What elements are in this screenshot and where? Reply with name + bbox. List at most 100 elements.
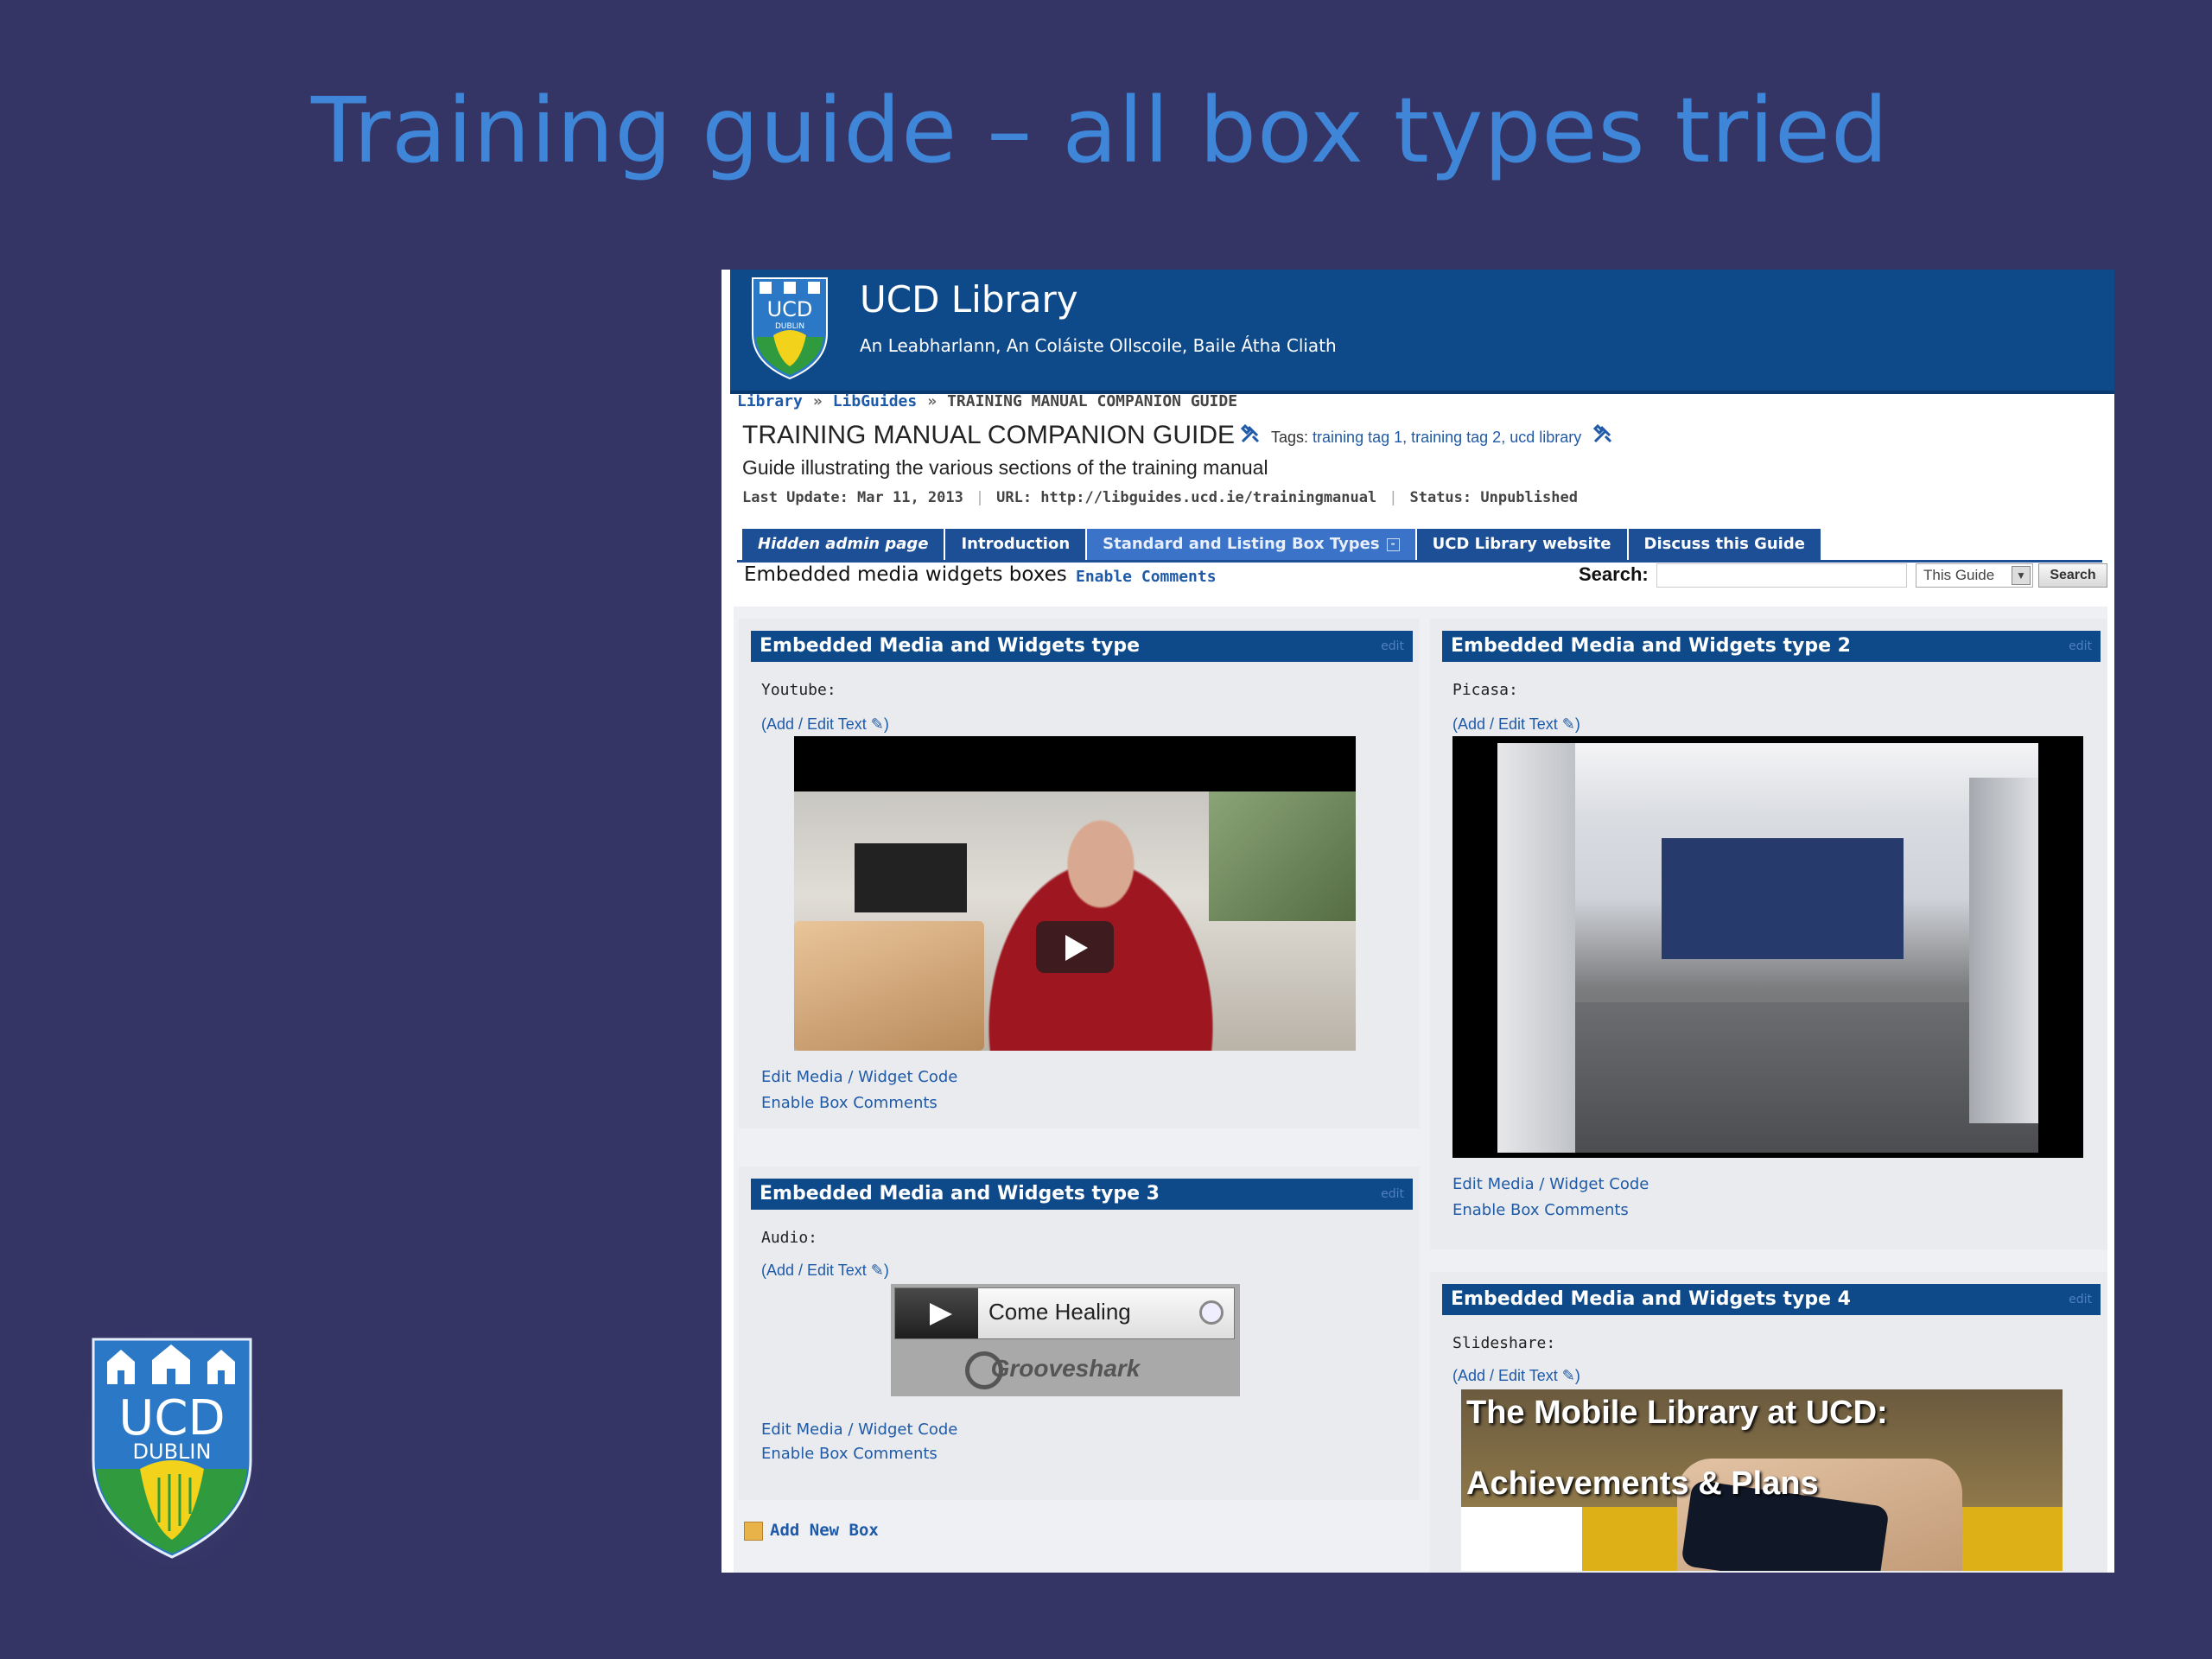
breadcrumb: Library » LibGuides » TRAINING MANUAL COMPAN… [737,392,1237,410]
breadcrumb-libguides[interactable]: LibGuides [833,392,918,410]
tags-label: Tags: [1271,429,1309,446]
box-audio: Embedded Media and Widgets type 3 edit Au… [739,1166,1420,1500]
guide-status: Status: Unpublished [1409,489,1578,506]
box-title: Embedded Media and Widgets type [760,635,1140,657]
search-label: Search: [1579,563,1649,585]
enable-box-comments-link[interactable]: Enable Box Comments [761,1445,938,1463]
ucd-crest-icon: UCD DUBLIN [752,277,828,380]
search-input[interactable] [1656,563,1907,588]
track-title: Come Healing [988,1299,1131,1325]
picasa-slideshow[interactable] [1452,736,2083,1158]
box-edit-link[interactable]: edit [1381,1179,1404,1210]
player-menu-icon[interactable] [1199,1300,1224,1325]
box-edit-link[interactable]: edit [1381,631,1404,662]
tab-standard-and-listing-box-types[interactable]: Standard and Listing Box Types - [1087,529,1417,560]
enable-box-comments-link[interactable]: Enable Box Comments [1452,1201,1629,1219]
svg-text:DUBLIN: DUBLIN [133,1440,212,1464]
add-edit-text-label: (Add / Edit Text [1452,1367,1558,1384]
photo-ceiling [1497,743,2038,821]
tab-label: Standard and Listing Box Types [1103,535,1380,553]
edit-media-widget-code-link[interactable]: Edit Media / Widget Code [761,1068,957,1086]
grooveshark-player: Come Healing Grooveshark [891,1284,1240,1396]
enable-comments-link[interactable]: Enable Comments [1076,568,1217,586]
box-header: Embedded Media and Widgets type 2 edit [1442,631,2101,662]
tab-hidden-admin-page[interactable]: Hidden admin page [742,529,946,560]
play-icon[interactable] [1036,921,1114,973]
guide-meta: Last Update: Mar 11, 2013 | URL: http://li… [742,489,1578,506]
svg-text:DUBLIN: DUBLIN [775,322,804,331]
add-edit-text-link[interactable]: (Add / Edit Text ✎) [761,715,889,734]
edit-media-widget-code-link[interactable]: Edit Media / Widget Code [761,1421,957,1439]
tab-ucd-library-website[interactable]: UCD Library website [1416,529,1629,560]
grooveshark-brand[interactable]: Grooveshark [891,1344,1240,1393]
content-area: Embedded Media and Widgets type edit Yout… [734,607,2107,1573]
add-edit-text-link[interactable]: (Add / Edit Text ✎) [761,1262,889,1280]
enable-box-comments-link[interactable]: Enable Box Comments [761,1094,938,1112]
box-slideshare: Embedded Media and Widgets type 4 edit Sl… [1430,1272,2107,1573]
tab-discuss-this-guide[interactable]: Discuss this Guide [1628,529,1822,560]
slide-title-line1: The Mobile Library at UCD: [1466,1395,1888,1431]
guide-title: TRAINING MANUAL COMPANION GUIDE [742,421,1236,449]
video-case [855,843,967,912]
tabs-underline [737,560,2102,563]
edit-media-widget-code-link[interactable]: Edit Media / Widget Code [1452,1175,1649,1193]
box-header: Embedded Media and Widgets type edit [751,631,1413,662]
search-scope-select[interactable]: This Guide ▼ [1916,563,2033,588]
breadcrumb-library[interactable]: Library [737,392,803,410]
box-label: Picasa: [1452,681,1518,699]
add-new-box-label: Add New Box [770,1521,879,1540]
breadcrumb-separator: » [927,392,938,410]
edit-tags-icon[interactable] [1592,423,1613,444]
box-title: Embedded Media and Widgets type 3 [760,1183,1160,1205]
slide-title: Training guide – all box types tried [311,78,1889,183]
photo-wall-right [1969,778,2038,1123]
player-bar: Come Healing [894,1287,1235,1339]
box-title: Embedded Media and Widgets type 4 [1451,1288,1851,1310]
box-edit-link[interactable]: edit [2069,1284,2092,1315]
search-scope-value: This Guide [1923,567,1995,583]
guide-tabs: Hidden admin page Introduction Standard … [742,529,1822,560]
banner-subtitle: An Leabharlann, An Coláiste Ollscoile, B… [860,335,1337,356]
youtube-video[interactable] [794,736,1356,1051]
edit-tools-icon[interactable] [1240,423,1261,444]
pencil-icon: ✎ [1561,1367,1575,1384]
search-button[interactable]: Search [2038,563,2107,588]
ucd-dublin-logo-icon: UCD DUBLIN [86,1331,259,1564]
box-youtube: Embedded Media and Widgets type edit Yout… [739,619,1420,1128]
pencil-icon: ✎ [870,715,884,733]
library-interior-photo [1497,743,2038,1153]
add-new-box-link[interactable]: Add New Box [744,1521,879,1541]
video-frame [794,791,1356,1051]
guide-url: URL: http://libguides.ucd.ie/trainingman… [996,489,1377,506]
photo-back-wall [1662,838,1904,959]
add-edit-text-link[interactable]: (Add / Edit Text ✎) [1452,715,1580,734]
collapse-toggle-icon[interactable]: - [1386,537,1400,551]
video-laptop [794,921,984,1051]
tags-list[interactable]: training tag 1, training tag 2, ucd libr… [1313,429,1581,446]
add-edit-text-label: (Add / Edit Text [1452,715,1558,733]
banner-title[interactable]: UCD Library [860,278,1078,321]
guide-description: Guide illustrating the various sections … [742,456,1268,479]
breadcrumb-separator: » [812,392,823,410]
add-edit-text-link[interactable]: (Add / Edit Text ✎) [1452,1367,1580,1385]
svg-text:UCD: UCD [767,297,813,321]
page-name: Embedded media widgets boxes [744,563,1067,586]
guide-tags: Tags: training tag 1, training tag 2, uc… [1271,429,1581,447]
photo-wall-left [1497,743,1575,1153]
box-picasa: Embedded Media and Widgets type 2 edit Pi… [1430,619,2107,1249]
tab-introduction[interactable]: Introduction [945,529,1088,560]
dropdown-arrow-icon[interactable]: ▼ [2012,566,2031,585]
svg-text:UCD: UCD [118,1390,225,1446]
slide-title-line2: Achievements & Plans [1466,1465,1819,1502]
play-icon[interactable] [895,1288,978,1338]
photo-floor [1497,1002,2038,1153]
add-edit-text-label: (Add / Edit Text [761,1262,867,1279]
slideshare-embed[interactable]: The Mobile Library at UCD: Achievements … [1461,1389,2063,1571]
box-label: Youtube: [761,681,836,699]
box-title: Embedded Media and Widgets type 2 [1451,635,1851,657]
box-edit-link[interactable]: edit [2069,631,2092,662]
box-label: Audio: [761,1229,818,1247]
box-header: Embedded Media and Widgets type 3 edit [751,1179,1413,1210]
box-header: Embedded Media and Widgets type 4 edit [1442,1284,2101,1315]
pencil-icon: ✎ [1561,715,1575,733]
